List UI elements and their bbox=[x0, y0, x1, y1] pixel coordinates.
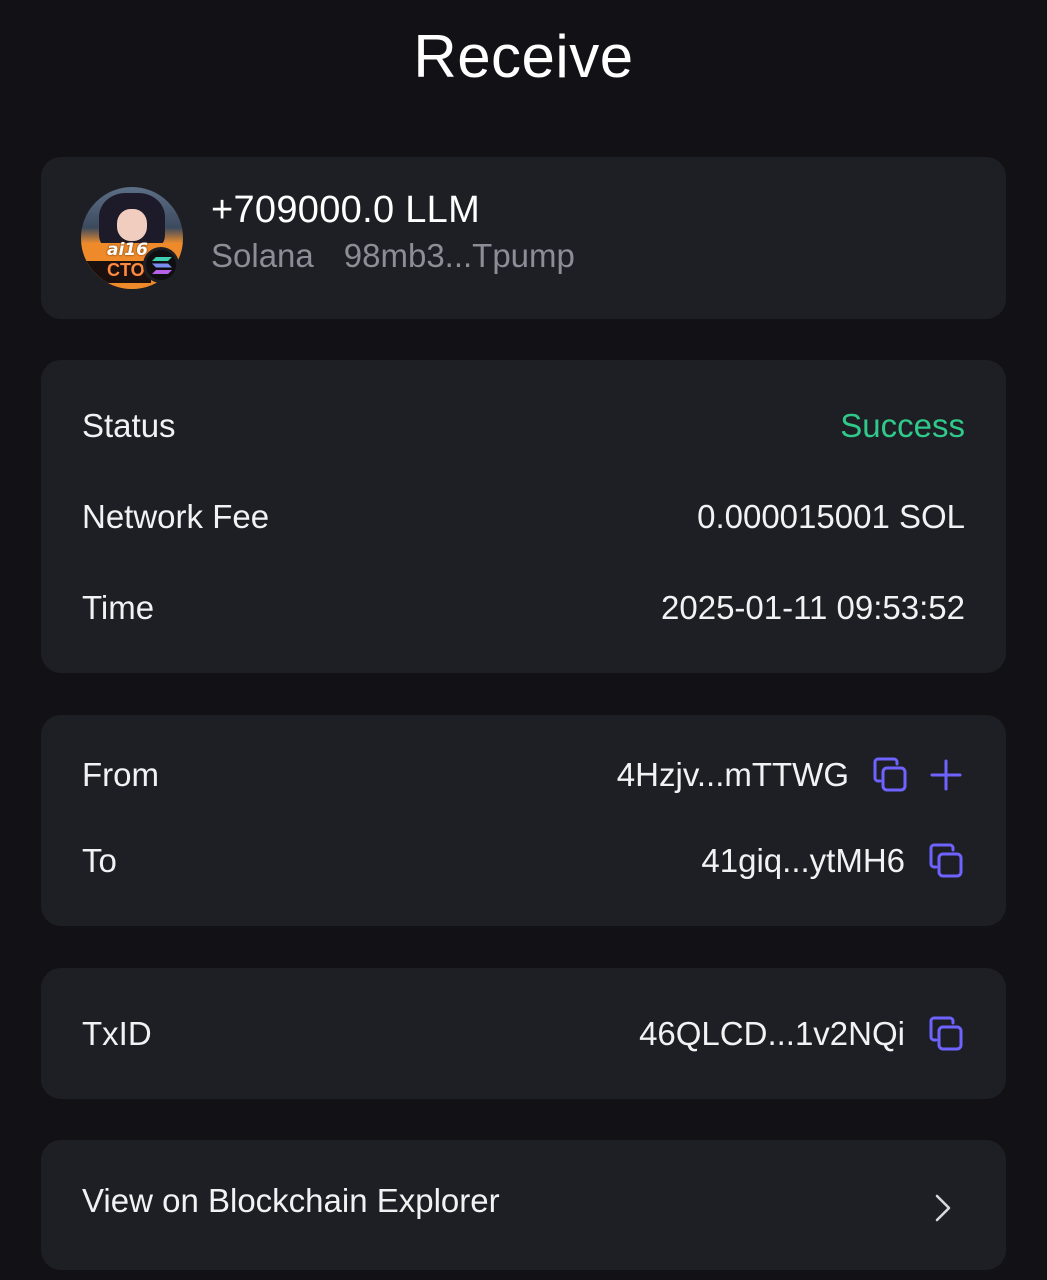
token-contract: 98mb3...Tpump bbox=[343, 237, 575, 274]
network-fee-value: 0.000015001 SOL bbox=[697, 498, 965, 535]
add-contact-plus-icon[interactable] bbox=[927, 756, 965, 794]
token-card: ai16 CTO +709000.0 LLM Solana 98mb3...Tpu… bbox=[41, 157, 1006, 319]
page-title: Receive bbox=[413, 23, 634, 90]
status-value: Success bbox=[840, 407, 965, 444]
time-row: Time 2025-01-11 09:53:52 bbox=[82, 586, 965, 630]
time-value: 2025-01-11 09:53:52 bbox=[661, 589, 965, 626]
view-on-explorer-button[interactable]: View on Blockchain Explorer bbox=[41, 1140, 1006, 1270]
network-fee-label: Network Fee bbox=[82, 498, 270, 535]
from-label: From bbox=[82, 756, 159, 793]
copy-txid-icon[interactable] bbox=[927, 1015, 965, 1053]
txid-value: 46QLCD...1v2NQi bbox=[639, 1015, 905, 1052]
from-row: From 4Hzjv...mTTWG bbox=[82, 753, 965, 797]
status-label: Status bbox=[82, 407, 176, 444]
status-row: Status Success bbox=[82, 404, 965, 448]
token-amount: +709000.0 LLM bbox=[211, 189, 481, 231]
network-fee-row: Network Fee 0.000015001 SOL bbox=[82, 495, 965, 539]
copy-to-icon[interactable] bbox=[927, 842, 965, 880]
txid-row: TxID 46QLCD...1v2NQi bbox=[82, 1012, 965, 1056]
txid-card: TxID 46QLCD...1v2NQi bbox=[41, 968, 1006, 1099]
addresses-card: From 4Hzjv...mTTWG To 41giq...ytMH6 bbox=[41, 715, 1006, 926]
copy-from-icon[interactable] bbox=[871, 756, 909, 794]
from-address: 4Hzjv...mTTWG bbox=[616, 756, 849, 793]
to-address: 41giq...ytMH6 bbox=[701, 842, 905, 879]
details-card: Status Success Network Fee 0.000015001 S… bbox=[41, 360, 1006, 673]
explorer-label: View on Blockchain Explorer bbox=[82, 1182, 500, 1219]
to-label: To bbox=[82, 842, 117, 879]
to-row: To 41giq...ytMH6 bbox=[82, 839, 965, 883]
solana-icon bbox=[143, 247, 179, 283]
time-label: Time bbox=[82, 589, 155, 626]
txid-label: TxID bbox=[82, 1015, 152, 1052]
token-network: Solana bbox=[211, 237, 314, 274]
chevron-right-icon bbox=[930, 1192, 956, 1224]
token-subtitle: Solana 98mb3...Tpump bbox=[211, 237, 575, 275]
